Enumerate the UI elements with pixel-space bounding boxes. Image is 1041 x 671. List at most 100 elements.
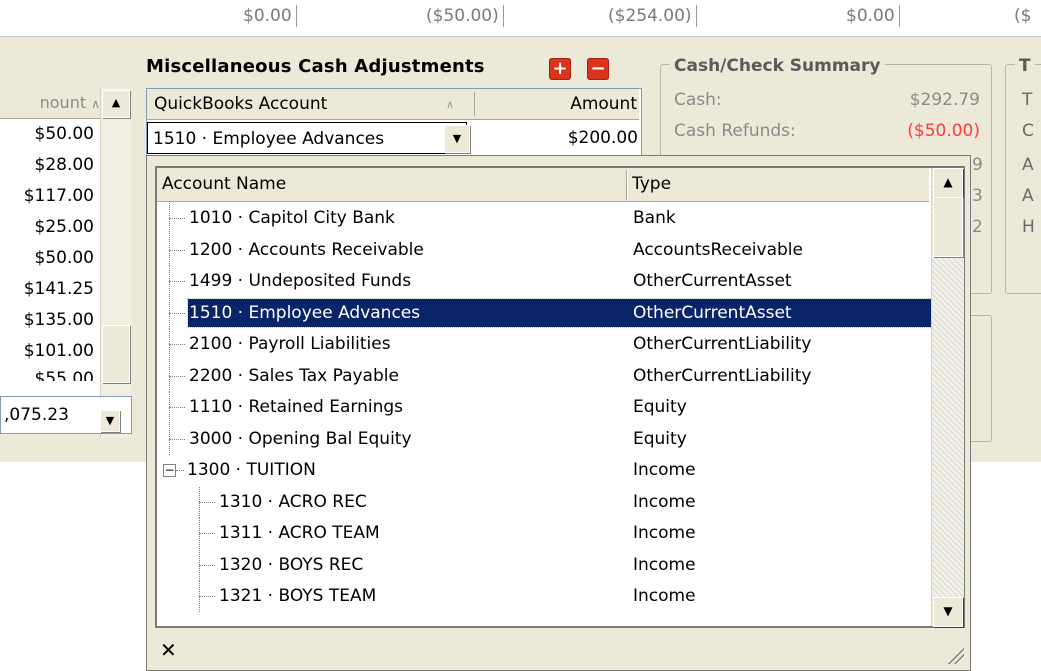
type-header[interactable]: Type [632,174,671,194]
account-row[interactable]: 1010 · Capitol City Bank Bank [157,203,929,234]
account-name: 2100 · Payroll Liabilities [189,334,391,354]
account-name: 1010 · Capitol City Bank [189,208,395,228]
scroll-up-button[interactable]: ▲ [933,168,963,198]
collapse-icon[interactable]: − [163,464,176,477]
account-row[interactable]: −1300 · TUITION Income [157,455,929,486]
add-adjustment-button[interactable]: + [549,58,571,80]
column-divider [474,92,475,116]
amount-row[interactable]: $117.00 [0,181,94,212]
amount-row[interactable]: $28.00 [0,150,94,181]
account-row[interactable]: 3000 · Opening Bal Equity Equity [157,423,929,455]
scroll-thumb[interactable] [933,197,963,257]
chevron-down-icon[interactable]: ▼ [444,125,470,153]
right-label: C [1022,121,1034,141]
amount-row[interactable]: $141.25 [0,274,94,305]
account-row[interactable]: 1200 · Accounts Receivable AccountsReceiv… [157,234,929,266]
tree-connector [199,501,215,503]
total-cell: $0.00 [846,4,900,28]
account-row[interactable]: 1510 · Employee Advances OtherCurrentAsse… [157,297,935,329]
tree-connector [199,564,215,566]
tree-connector [169,438,185,440]
tree-connector [169,344,185,345]
account-type: AccountsReceivable [633,239,803,260]
account-row[interactable]: 1499 · Undeposited Funds OtherCurrentAsse… [157,266,929,297]
tree-connector [199,596,215,597]
amount-row[interactable]: $55.00 [0,367,94,381]
tree-connector [169,312,185,314]
tree-connector [199,533,215,534]
amount-row[interactable]: $50.00 [0,243,94,274]
tree-connector [169,218,185,219]
amount-row[interactable]: $25.00 [0,212,94,243]
amount-list: $50.00 $28.00 $117.00 $25.00 $50.00 $141.25 $1… [0,119,100,404]
misc-adjustments-title: Miscellaneous Cash Adjustments [146,56,485,77]
account-row[interactable]: 1311 · ACRO TEAM Income [157,518,929,549]
tree-connector [199,518,200,549]
quickbooks-account-header[interactable]: QuickBooks Account [154,94,327,114]
cash-check-summary-title: Cash/Check Summary [670,56,885,76]
summary-label: Cash Refunds: [674,121,796,141]
right-label: A [1022,186,1034,206]
account-name: 1110 · Retained Earnings [189,397,403,417]
amount-row[interactable]: $101.00 [0,336,94,367]
account-type: OtherCurrentAsset [633,302,792,323]
total-cell: ($50.00) [426,4,504,28]
adjustment-amount[interactable]: $200.00 [480,122,638,154]
tree-connector [199,549,200,581]
account-type: Income [633,491,696,512]
account-type: Income [633,460,696,480]
amount-list-scrollbar[interactable] [100,88,131,438]
account-row[interactable]: 1310 · ACRO REC Income [157,486,929,518]
resize-grip-icon[interactable] [946,646,964,664]
right-group-title: T [1015,56,1035,76]
account-name-header[interactable]: Account Name [162,174,286,194]
tree-connector [169,423,170,455]
tree-connector [169,281,185,282]
amount-header[interactable]: Amount [545,94,637,114]
account-name: 3000 · Opening Bal Equity [189,428,412,449]
scroll-down-button[interactable]: ▼ [100,410,120,432]
scroll-down-button[interactable]: ▼ [933,597,963,627]
account-type: Income [633,554,696,575]
account-row[interactable]: 2200 · Sales Tax Payable OtherCurrentLiab… [157,360,929,392]
tree-connector [169,360,170,392]
tree-connector [169,203,170,234]
summary-value: $292.79 [909,90,980,110]
amount-row[interactable]: $50.00 [0,119,94,150]
column-divider [626,170,627,200]
account-type: OtherCurrentLiability [633,334,812,354]
summary-partial-value: 2 [972,217,983,237]
total-cell: ($254.00) [608,4,697,28]
account-name: 2200 · Sales Tax Payable [189,365,399,386]
account-name: 1499 · Undeposited Funds [189,271,412,291]
tree-connector [199,581,200,612]
account-combo[interactable]: 1510 · Employee Advances [147,122,467,154]
summary-partial-value: 3 [972,186,983,206]
tree-connector [169,407,185,408]
account-name: 1321 · BOYS TEAM [219,586,377,606]
summary-label: Cash: [674,90,722,110]
account-type: Bank [633,208,676,228]
tree-connector [169,297,170,329]
account-row[interactable]: 2100 · Payroll Liabilities OtherCurrentLi… [157,329,929,360]
account-type: Income [633,586,696,606]
account-row[interactable]: 1320 · BOYS REC Income [157,549,929,581]
tree-connector [169,329,170,360]
close-icon[interactable]: ✕ [160,638,177,662]
account-row[interactable]: 1110 · Retained Earnings Equity [157,392,929,423]
account-type: Equity [633,428,687,449]
sort-icon: ∧ [446,98,455,111]
account-name: 1510 · Employee Advances [189,302,421,323]
scroll-up-button[interactable]: ▲ [102,90,130,118]
tree-connector [169,249,185,251]
tree-connector [176,470,184,471]
amount-column-header[interactable]: nount ∧ [0,88,100,119]
tree-connector [169,375,185,377]
right-label: A [1022,155,1034,175]
account-row[interactable]: 1321 · BOYS TEAM Income [157,581,929,612]
account-name: 1311 · ACRO TEAM [219,523,380,543]
amount-row[interactable]: $135.00 [0,305,94,336]
summary-partial-value: 9 [972,155,983,175]
scroll-thumb[interactable] [102,325,130,383]
remove-adjustment-button[interactable]: − [587,58,609,80]
